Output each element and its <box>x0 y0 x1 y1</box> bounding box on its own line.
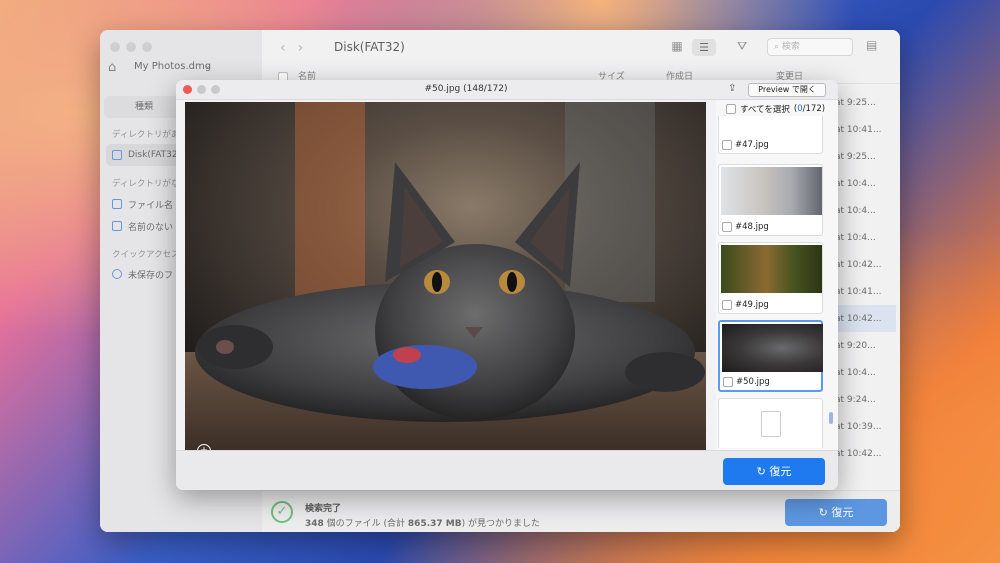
thumbnail-item[interactable]: #47.jpg <box>718 116 823 154</box>
restore-label: 復元 <box>769 465 792 478</box>
select-all[interactable]: すべてを選択 (0/172) <box>726 103 825 115</box>
thumbnail-label: #48.jpg <box>722 222 769 232</box>
select-all-checkbox[interactable] <box>726 104 736 114</box>
thumbnail-label: #47.jpg <box>722 140 769 150</box>
jpeg-file-icon <box>761 411 781 437</box>
thumbnail-image <box>722 324 823 372</box>
select-all-label: すべてを選択 <box>740 105 790 115</box>
modal-title: #50.jpg (148/172) <box>424 84 508 94</box>
select-count: (0/172) <box>793 104 826 114</box>
photo-preview: + <box>185 102 706 450</box>
thumbnail-item[interactable]: #49.jpg <box>718 242 823 314</box>
thumbnail-checkbox[interactable] <box>722 300 732 310</box>
preview-modal: #50.jpg (148/172) ⇪ Preview で開く すべてを選択 (… <box>176 80 838 490</box>
thumbnail-checkbox[interactable] <box>723 377 733 387</box>
thumbnail-label: #50.jpg <box>723 377 770 387</box>
modal-titlebar: #50.jpg (148/172) ⇪ Preview で開く <box>176 80 838 100</box>
thumbnail-image <box>721 245 822 293</box>
thumbnail-checkbox[interactable] <box>722 140 732 150</box>
kitten-photo-image <box>185 102 706 450</box>
open-in-preview-button[interactable]: Preview で開く <box>748 83 826 97</box>
modal-footer: ↻ 復元 <box>176 450 838 490</box>
thumbnail-image <box>721 167 822 215</box>
thumbnail-label: #49.jpg <box>722 300 769 310</box>
refresh-icon: ↻ <box>756 465 770 478</box>
thumbnail-panel: すべてを選択 (0/172) #47.jpg #48.jpg #49.jpg #… <box>716 100 838 450</box>
share-icon[interactable]: ⇪ <box>728 83 736 94</box>
thumbnail-item[interactable] <box>718 398 823 448</box>
scrollbar[interactable] <box>829 412 833 424</box>
thumbnail-checkbox[interactable] <box>722 222 732 232</box>
thumbnail-item-selected[interactable]: #50.jpg <box>718 320 823 392</box>
modal-restore-button[interactable]: ↻ 復元 <box>723 458 825 485</box>
thumbnail-item[interactable]: #48.jpg <box>718 164 823 236</box>
